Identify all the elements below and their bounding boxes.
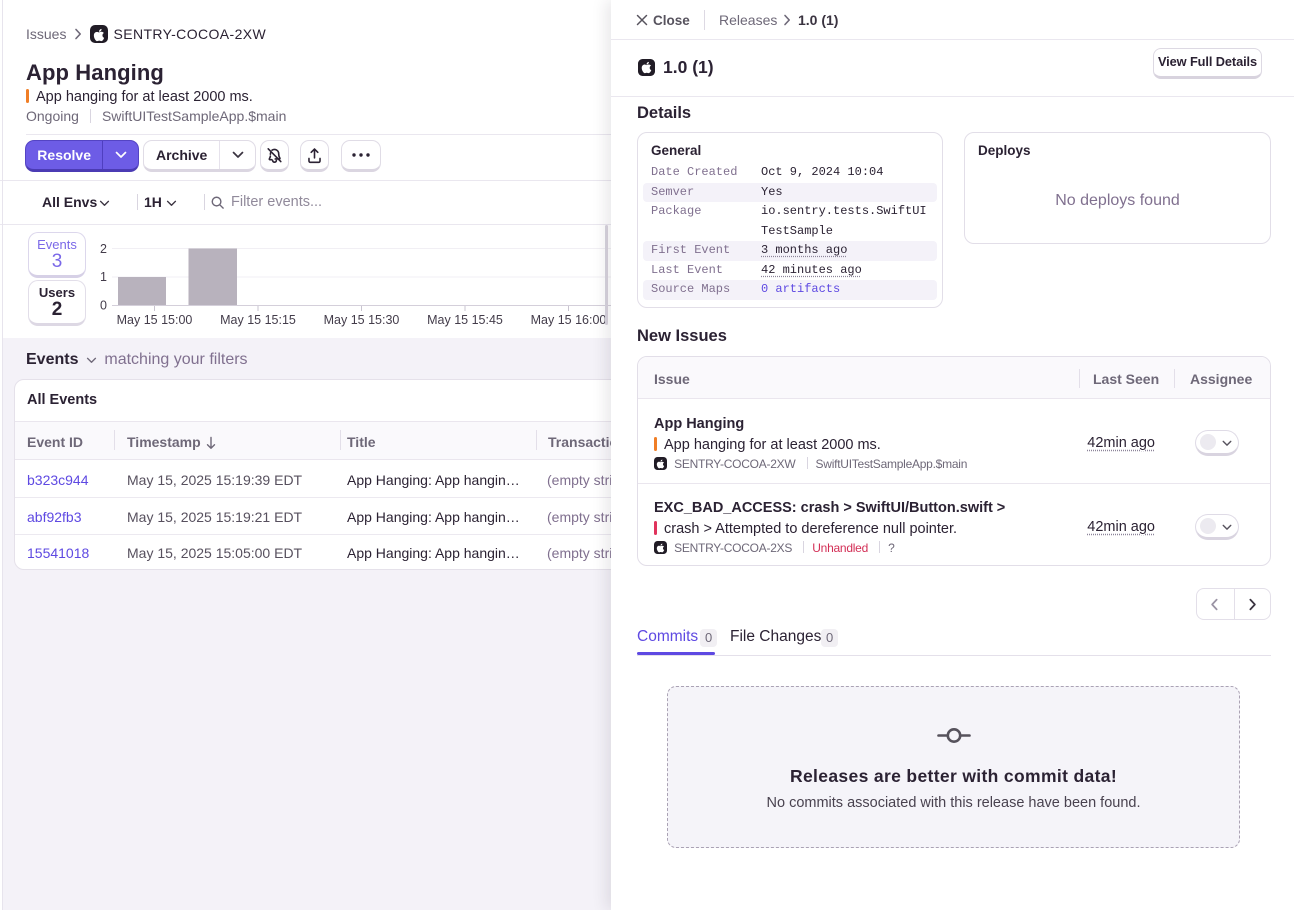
svg-text:May 15 16:00: May 15 16:00 [531, 313, 607, 327]
svg-text:2: 2 [100, 242, 107, 256]
svg-text:May 15 15:45: May 15 15:45 [427, 313, 503, 327]
svg-text:0: 0 [100, 299, 107, 313]
svg-text:May 15 15:30: May 15 15:30 [324, 313, 400, 327]
svg-text:May 15 15:00: May 15 15:00 [117, 313, 193, 327]
svg-text:May 15 15:15: May 15 15:15 [220, 313, 296, 327]
svg-text:1: 1 [100, 270, 107, 284]
